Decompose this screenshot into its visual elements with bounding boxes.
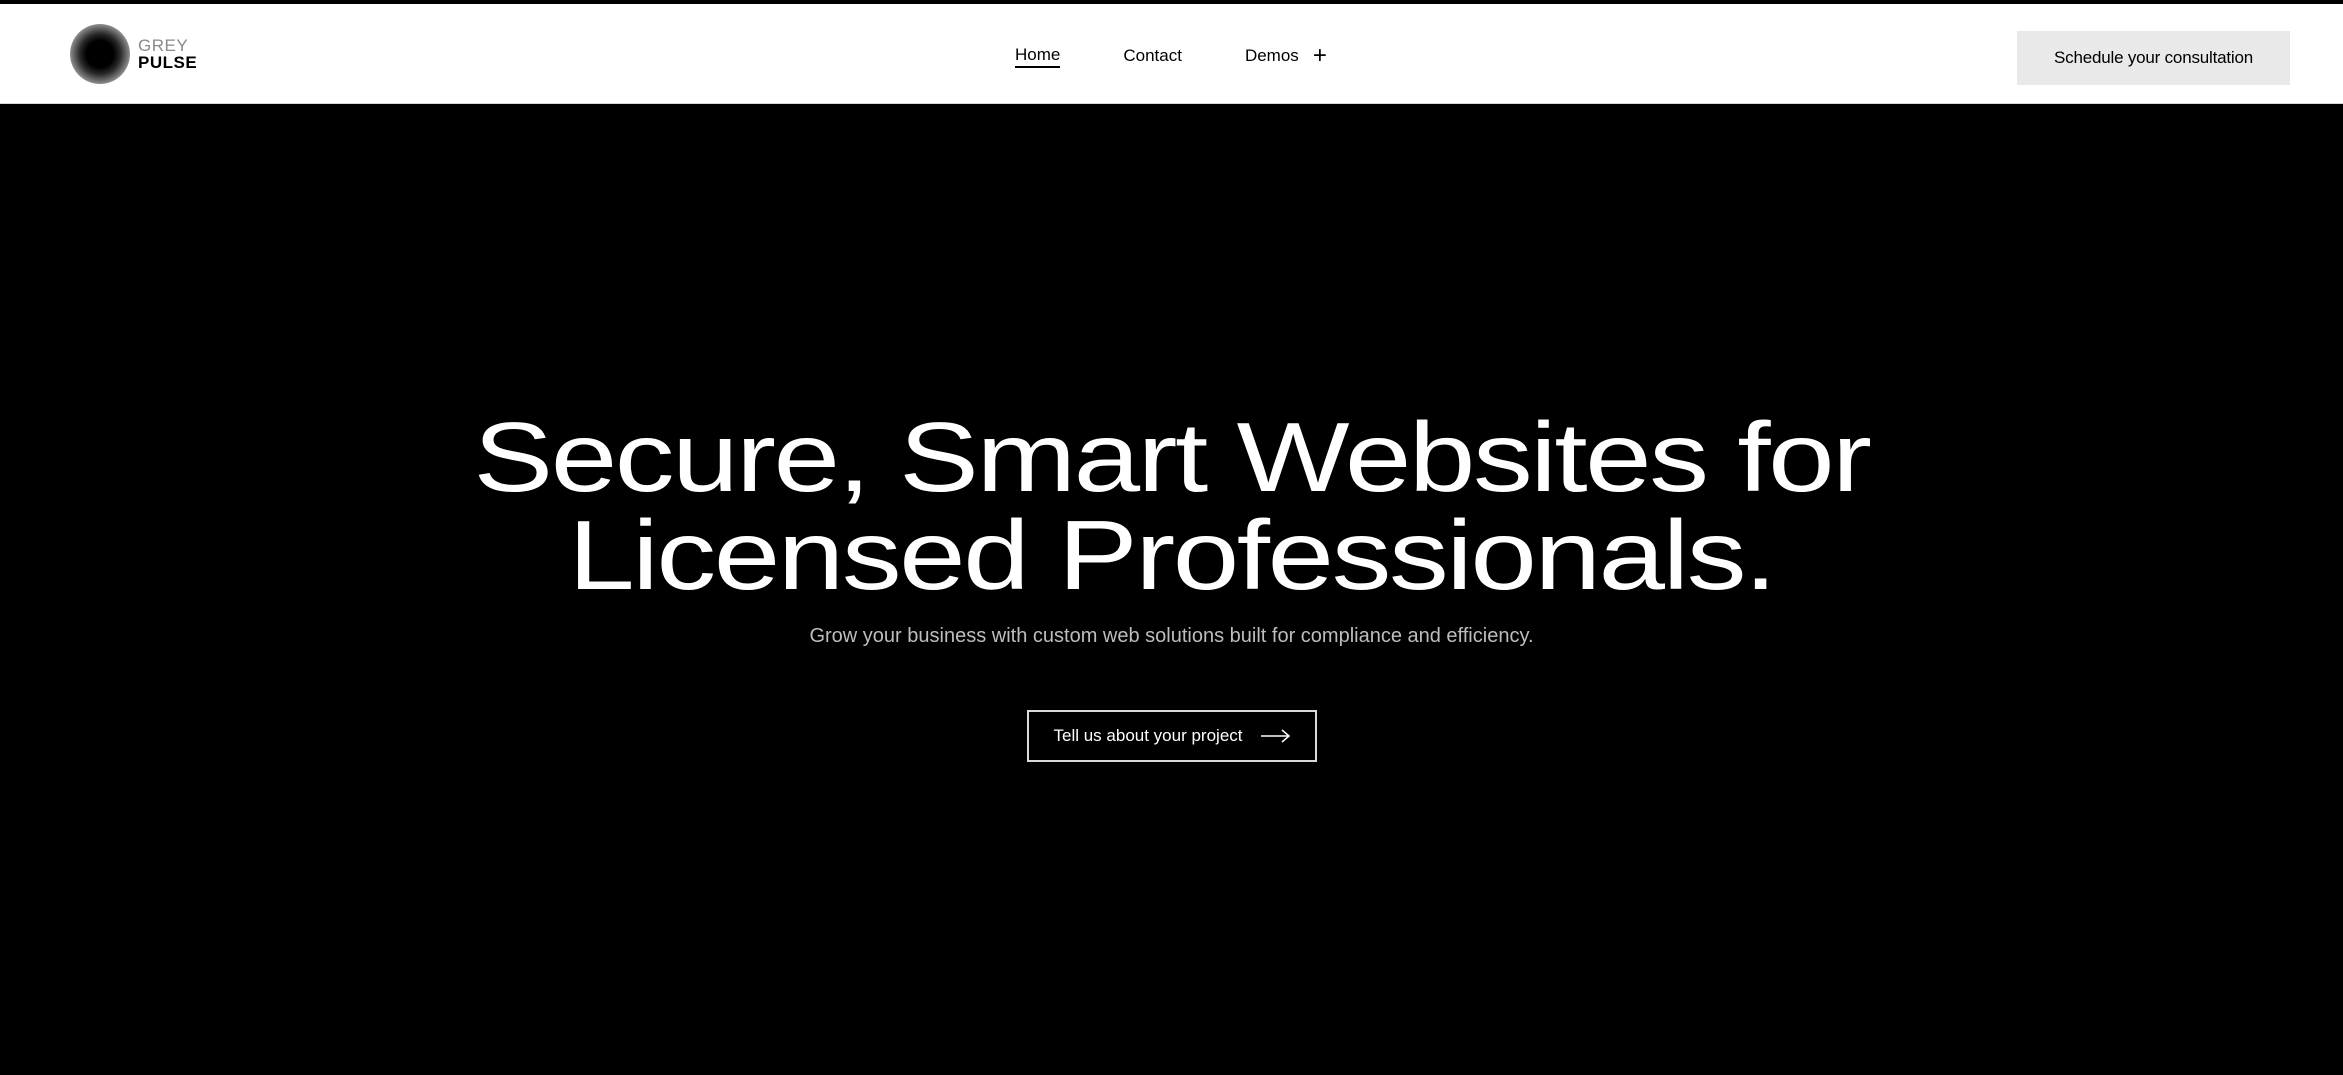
tell-us-about-project-button[interactable]: Tell us about your project [1027, 710, 1317, 762]
plus-icon[interactable]: + [1313, 44, 1327, 68]
hero-section: Secure, Smart Websites for Licensed Prof… [0, 105, 2343, 1075]
logo-line-grey: GREY [138, 36, 189, 55]
arrow-right-icon [1260, 729, 1291, 743]
logo-line-pulse: PULSE [138, 53, 198, 72]
schedule-consultation-button[interactable]: Schedule your consultation [2017, 31, 2290, 85]
nav-demos-label: Demos [1244, 46, 1299, 65]
main-nav: Home Contact Demos + [1015, 44, 1327, 68]
nav-contact-link[interactable]: Contact [1123, 45, 1182, 67]
brand-logo[interactable]: GREY PULSE [70, 24, 197, 84]
hero-title-line-2: Licensed Professionals. [568, 500, 1777, 610]
logo-wordmark: GREY PULSE [138, 37, 197, 71]
nav-demos-dropdown[interactable]: Demos + [1244, 44, 1327, 68]
hero-subtitle: Grow your business with custom web solut… [809, 625, 1534, 647]
hero-button-label: Tell us about your project [1053, 726, 1243, 745]
nav-home-link[interactable]: Home [1015, 44, 1061, 68]
site-header: GREY PULSE Home Contact Demos + Schedule… [0, 4, 2343, 104]
logo-orb-icon [70, 24, 130, 84]
hero-title: Secure, Smart Websites for Licensed Prof… [0, 408, 2343, 604]
hero-title-line-1: Secure, Smart Websites for [473, 402, 1872, 512]
